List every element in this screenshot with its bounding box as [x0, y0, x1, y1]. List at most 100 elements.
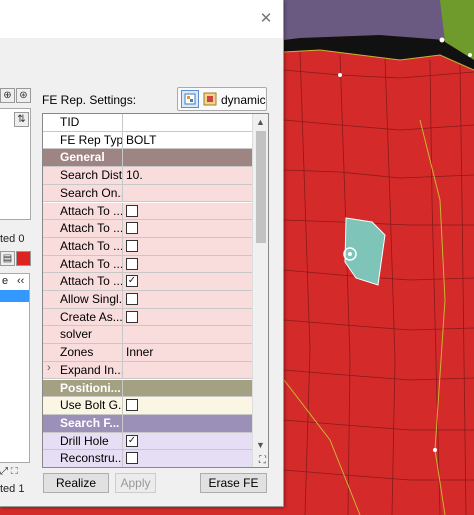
- resize-grip-icon[interactable]: ⛶: [259, 455, 266, 466]
- erase-fe-button[interactable]: Erase FE: [200, 473, 267, 493]
- grid-property-value[interactable]: [123, 220, 252, 237]
- static-mode-icon[interactable]: [201, 90, 219, 108]
- list-column-e: e: [2, 275, 9, 287]
- selected-count-bottom: ted 1: [0, 483, 25, 495]
- grid-property-value[interactable]: [123, 415, 252, 432]
- grid-property-name: Allow Singl...: [43, 291, 123, 308]
- grid-header-row[interactable]: TID: [43, 114, 252, 132]
- list-grip-icon[interactable]: ⤢ ⛶: [0, 466, 18, 477]
- grid-property-value[interactable]: [123, 450, 252, 467]
- grid-property-name: Drill Hole: [43, 432, 123, 450]
- grid-property-name: Zones: [43, 344, 123, 361]
- grid-property-value[interactable]: [123, 256, 252, 273]
- grid-property-name: Use Bolt G...: [43, 397, 123, 414]
- mode-label: dynamic: [221, 93, 266, 107]
- grid-property-row[interactable]: Zones Inner: [43, 344, 252, 362]
- chevron-up-icon[interactable]: ▲: [253, 114, 268, 130]
- grid-property-name: Attach To ...: [43, 220, 123, 237]
- grid-header-value: [123, 114, 252, 131]
- entity-tree[interactable]: ⇅: [0, 108, 31, 220]
- grid-section-row[interactable]: Positioni...: [43, 379, 252, 398]
- selected-count-top: ted 0: [0, 233, 25, 245]
- list-tool-icon[interactable]: ▤: [0, 251, 15, 266]
- checkmark-icon[interactable]: ✓: [126, 275, 138, 288]
- realize-button[interactable]: Realize: [43, 473, 109, 493]
- list-selected-item[interactable]: [0, 290, 29, 302]
- dialog-titlebar: ✕: [0, 0, 283, 38]
- grid-property-value[interactable]: [123, 291, 252, 308]
- grid-property-value[interactable]: [123, 203, 252, 220]
- checkmark-icon[interactable]: ✓: [126, 434, 138, 447]
- grid-property-value[interactable]: ✓: [123, 433, 252, 450]
- dynamic-mode-icon[interactable]: [181, 90, 199, 108]
- checkbox[interactable]: [126, 222, 138, 235]
- grid-property-row[interactable]: Attach To ...: [43, 255, 252, 274]
- close-icon[interactable]: ✕: [259, 11, 273, 26]
- grid-property-name: Attach To ...: [43, 255, 123, 273]
- bolt-center-point: [348, 252, 352, 256]
- grid-property-row[interactable]: Search Dist 10.: [43, 167, 252, 185]
- grid-property-value[interactable]: [123, 309, 252, 326]
- grid-property-name: Search F...: [43, 414, 123, 432]
- grid-property-row[interactable]: Attach To ...: [43, 202, 252, 221]
- grid-property-row[interactable]: Use Bolt G...: [43, 397, 252, 415]
- grid-property-value[interactable]: BOLT: [123, 132, 252, 149]
- grid-property-name: Attach To ...: [43, 237, 123, 255]
- grid-property-value[interactable]: [123, 238, 252, 255]
- grid-property-row[interactable]: Expand In... ›: [43, 361, 252, 380]
- entity-list[interactable]: e ‹‹: [0, 273, 30, 463]
- grid-property-value[interactable]: [123, 185, 252, 202]
- grid-property-value[interactable]: [123, 380, 252, 397]
- grid-scrollbar[interactable]: ▲ ▼: [252, 114, 268, 467]
- grid-property-name: FE Rep Type: [43, 131, 123, 149]
- grid-property-row[interactable]: Drill Hole ✓: [43, 432, 252, 451]
- grid-property-name: solver: [43, 326, 123, 344]
- grid-property-row[interactable]: Attach To ...: [43, 237, 252, 256]
- red-tool-icon[interactable]: [16, 251, 31, 266]
- grid-header-name: TID: [43, 114, 123, 131]
- grid-property-name: Reconstru...: [43, 450, 123, 467]
- grid-property-name: Expand In...: [43, 361, 123, 379]
- grid-property-name: General: [43, 149, 123, 167]
- grid-property-name: Positioni...: [43, 379, 123, 397]
- scrollbar-thumb[interactable]: [256, 131, 266, 243]
- grid-property-value[interactable]: [123, 149, 252, 166]
- grid-property-name: Create As...: [43, 308, 123, 326]
- grid-section-row[interactable]: Search F...: [43, 414, 252, 433]
- grid-property-name: Attach To ...: [43, 273, 123, 290]
- expand-tree-icon[interactable]: ⊕: [0, 88, 15, 103]
- grid-property-value[interactable]: [123, 397, 252, 414]
- grid-property-value[interactable]: [123, 326, 252, 343]
- grid-property-row[interactable]: Attach To ...: [43, 220, 252, 238]
- grid-property-row[interactable]: Allow Singl...: [43, 291, 252, 309]
- checkbox[interactable]: [126, 239, 138, 252]
- checkbox[interactable]: [126, 293, 138, 305]
- checkbox[interactable]: [126, 452, 138, 465]
- grid-property-value[interactable]: [123, 362, 252, 379]
- grid-property-row[interactable]: Attach To ... ✓: [43, 273, 252, 291]
- expand-arrow-icon[interactable]: ›: [47, 362, 51, 374]
- fe-rep-dialog: ✕ ⊕ ⊛ ⇅ ted 0 ▤ e ‹‹ ⤢ ⛶ ted 1 FE Rep. S…: [0, 0, 284, 507]
- grid-property-name: Search On...: [43, 184, 123, 202]
- grid-property-row[interactable]: FE Rep Type BOLT: [43, 131, 252, 150]
- grid-property-value[interactable]: 10.: [123, 167, 252, 184]
- fe-rep-settings-label: FE Rep. Settings:: [42, 93, 137, 107]
- chevron-down-icon[interactable]: ▼: [253, 437, 268, 453]
- checkbox[interactable]: [126, 399, 138, 412]
- grid-property-value[interactable]: ✓: [123, 273, 252, 290]
- apply-button[interactable]: Apply: [115, 473, 156, 493]
- checkbox[interactable]: [126, 310, 138, 323]
- collapse-tree-icon[interactable]: ⊛: [16, 88, 31, 103]
- grid-property-row[interactable]: Reconstru...: [43, 450, 252, 467]
- checkbox[interactable]: [126, 257, 138, 270]
- tree-filter-icon[interactable]: ⇅: [14, 112, 29, 127]
- grid-property-name: Search Dist: [43, 167, 123, 184]
- grid-section-row[interactable]: General: [43, 149, 252, 168]
- grid-property-row[interactable]: solver: [43, 326, 252, 345]
- grid-property-row[interactable]: Search On...: [43, 184, 252, 203]
- grid-property-value[interactable]: Inner: [123, 344, 252, 361]
- left-panel: ⊕ ⊛ ⇅ ted 0 ▤ e ‹‹ ⤢ ⛶ ted 1: [0, 78, 34, 503]
- checkbox[interactable]: [126, 204, 138, 217]
- grid-property-row[interactable]: Create As...: [43, 308, 252, 327]
- list-nav-icon[interactable]: ‹‹: [17, 275, 24, 287]
